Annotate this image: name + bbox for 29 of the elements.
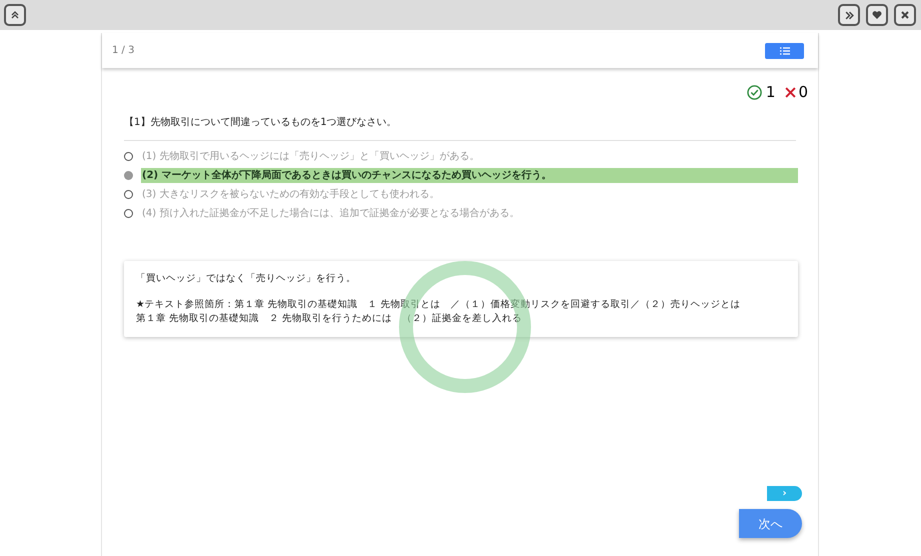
question-text: 【1】先物取引について間違っているものを1つ選びなさい。 bbox=[124, 114, 796, 140]
answer-option[interactable]: (1) 先物取引で用いるヘッジには「売りヘッジ」と「買いヘッジ」がある。 bbox=[141, 148, 796, 164]
progress-text: 1 / 3 bbox=[112, 44, 134, 58]
next-button[interactable]: 次へ bbox=[739, 509, 802, 538]
expand-button[interactable]: › bbox=[767, 486, 802, 501]
favorite-button[interactable] bbox=[866, 4, 888, 26]
close-button[interactable] bbox=[894, 4, 916, 26]
explanation-text: 「買いヘッジ」ではなく「売りヘッジ」を行う。 bbox=[136, 272, 357, 286]
chevrons-right-icon bbox=[844, 10, 854, 20]
collapse-button[interactable] bbox=[4, 4, 26, 26]
menu-button[interactable] bbox=[765, 42, 804, 58]
forward-button[interactable] bbox=[838, 4, 860, 26]
radio-button[interactable] bbox=[124, 190, 133, 198]
radio-button[interactable] bbox=[124, 208, 133, 218]
answer-option[interactable]: (4) 預け入れた証拠金が不足した場合には、追加で証拠金が必要となる場合がある。 bbox=[141, 206, 796, 220]
reference-text: 第１章 先物取引の基礎知識 ２ 先物取引を行うためには （２）証拠金を差し入れる bbox=[136, 312, 524, 326]
answer-option[interactable]: (3) 大きなリスクを被らないための有効な手段としても使われる。 bbox=[141, 186, 796, 202]
answer-option[interactable]: (2) マーケット全体が下降局面であるときは買いのチャンスになるため買いヘッジを行う。 bbox=[141, 168, 798, 182]
radio-button[interactable] bbox=[124, 152, 133, 160]
heart-icon bbox=[872, 10, 882, 20]
list-icon bbox=[780, 46, 790, 54]
chevron-up-icon bbox=[11, 11, 19, 19]
radio-button[interactable] bbox=[124, 170, 133, 180]
close-icon bbox=[901, 11, 909, 19]
wrong-count: 0 bbox=[798, 82, 808, 103]
check-circle-icon bbox=[746, 84, 762, 100]
reference-text: ★テキスト参照箇所：第１章 先物取引の基礎知識 １ 先物取引とは ／（１）価格変動リスクを回避する取引／（２）売りヘッジとは bbox=[136, 298, 742, 312]
cross-icon bbox=[785, 86, 796, 98]
correct-count: 1 bbox=[766, 82, 776, 103]
